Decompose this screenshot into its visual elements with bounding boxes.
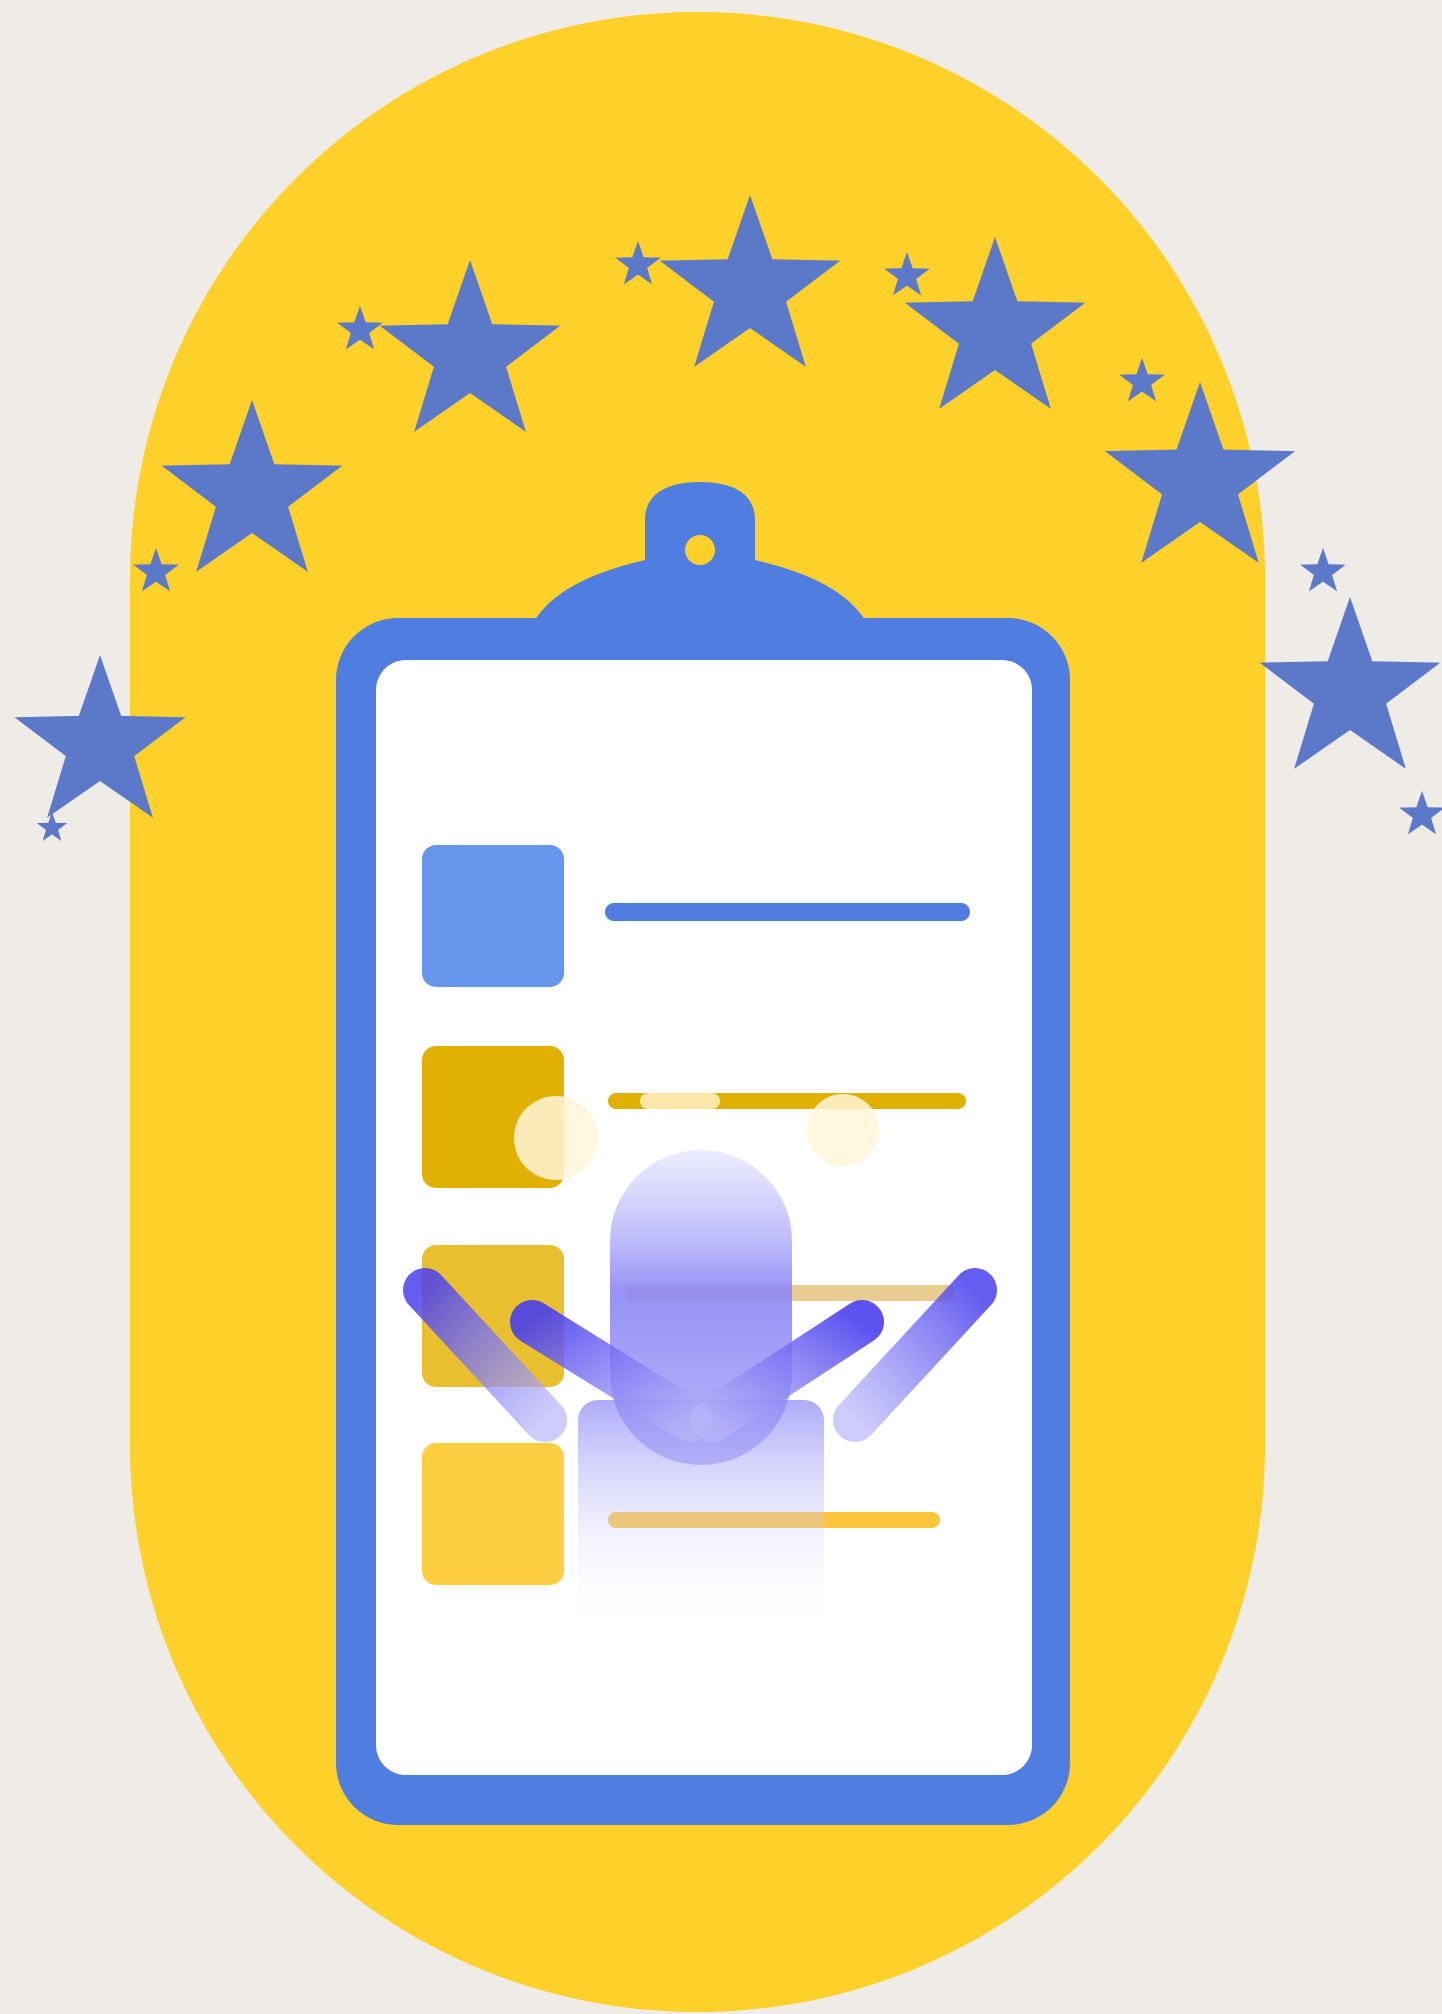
star-icon bbox=[1259, 597, 1441, 769]
clip-hole bbox=[685, 535, 715, 565]
checklist-line-1 bbox=[605, 903, 970, 921]
checklist-box-1 bbox=[422, 845, 564, 987]
checklist-box-4 bbox=[422, 1443, 564, 1585]
star-icon bbox=[1300, 548, 1346, 592]
star-icon bbox=[1399, 791, 1442, 835]
star-icon bbox=[36, 812, 68, 841]
illustration-canvas bbox=[14, 12, 1442, 2012]
